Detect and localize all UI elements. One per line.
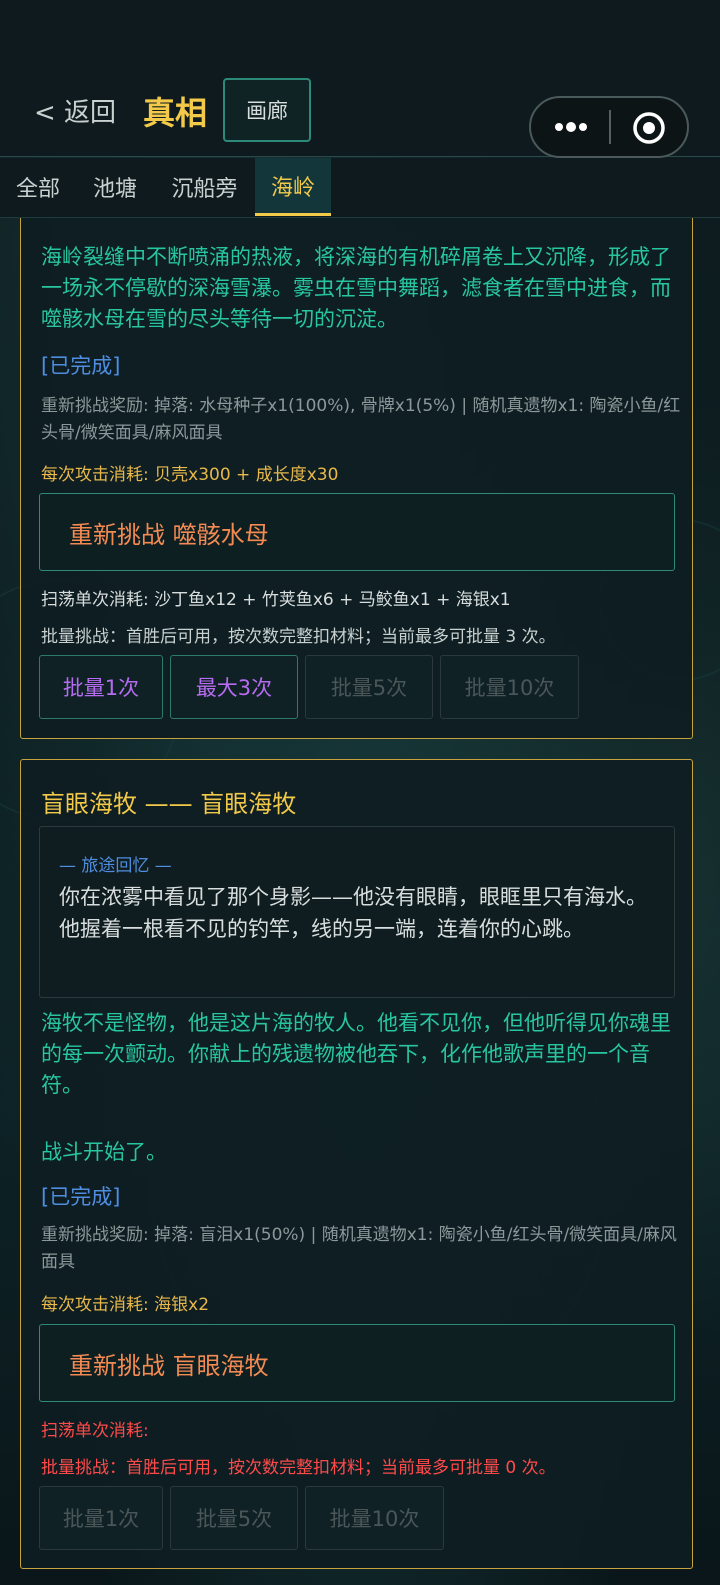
travel-memory-box: — 旅途回忆 — 你在浓雾中看见了那个身影——他没有眼睛，眼眶里只有海水。他握着… [39, 826, 675, 998]
batch-1-button[interactable]: 批量1次 [39, 655, 163, 719]
close-target-icon[interactable] [632, 111, 666, 145]
sweep-cost: 扫荡单次消耗: 沙丁鱼x12 + 竹荚鱼x6 + 马鲛鱼x1 + 海银x1 [41, 590, 511, 610]
batch-1-button[interactable]: 批量1次 [39, 1486, 163, 1550]
card-description: 海岭裂缝中不断喷涌的热液，将深海的有机碎屑卷上又沉降，形成了一场永不停歇的深海雪… [41, 245, 671, 331]
batch-5-button[interactable]: 批量5次 [170, 1486, 298, 1550]
rechallenge-button[interactable]: 重新挑战 盲眼海牧 [39, 1324, 675, 1402]
capsule-divider [609, 110, 611, 144]
tab-shipwreck[interactable]: 沉船旁 [154, 158, 255, 216]
batch-max-button[interactable]: 最大3次 [170, 655, 298, 719]
tab-all[interactable]: 全部 [0, 158, 76, 216]
miniprogram-capsule [529, 96, 689, 158]
top-bar: < 返回 真相 画廊 [0, 0, 720, 158]
sweep-cost: 扫荡单次消耗: [41, 1421, 149, 1441]
batch-10-button[interactable]: 批量10次 [440, 655, 579, 719]
batch-note: 批量挑战：首胜后可用，按次数完整扣材料；当前最多可批量 3 次。 [41, 627, 556, 647]
page-title: 真相 [143, 94, 208, 132]
batch-10-button[interactable]: 批量10次 [305, 1486, 444, 1550]
retry-reward: 重新挑战奖励: 掉落: 盲泪x1(50%) | 随机真遗物x1: 陶瓷小鱼/红头… [41, 1225, 677, 1272]
gallery-button[interactable]: 画廊 [223, 78, 311, 142]
card-description: 海牧不是怪物，他是这片海的牧人。他看不见你，但他听得见你魂里的每一次颤动。你献上… [41, 1011, 671, 1097]
memory-label: — 旅途回忆 — [59, 856, 172, 876]
boss-card-blind-shepherd: 盲眼海牧 —— 盲眼海牧 — 旅途回忆 — 你在浓雾中看见了那个身影——他没有眼… [20, 759, 693, 1569]
card-title: 盲眼海牧 —— 盲眼海牧 [41, 790, 297, 818]
status-completed: [已完成] [41, 1185, 121, 1209]
batch-note: 批量挑战：首胜后可用，按次数完整扣材料；当前最多可批量 0 次。 [41, 1458, 556, 1478]
battle-start-text: 战斗开始了。 [41, 1140, 167, 1164]
tab-sea-ridge[interactable]: 海岭 [255, 158, 331, 216]
retry-reward: 重新挑战奖励: 掉落: 水母种子x1(100%), 骨牌x1(5%) | 随机真… [41, 396, 681, 443]
rechallenge-button[interactable]: 重新挑战 噬骸水母 [39, 493, 675, 571]
more-icon[interactable] [553, 115, 589, 139]
batch-5-button[interactable]: 批量5次 [305, 655, 433, 719]
attack-cost: 每次攻击消耗: 贝壳x300 + 成长度x30 [41, 465, 339, 485]
tab-bar: 全部 池塘 沉船旁 海岭 [0, 158, 720, 218]
status-completed: [已完成] [41, 354, 121, 378]
attack-cost: 每次攻击消耗: 海银x2 [41, 1295, 210, 1315]
tab-pond[interactable]: 池塘 [76, 158, 154, 216]
boss-card-jellyfish: 海岭裂缝中不断喷涌的热液，将深海的有机碎屑卷上又沉降，形成了一场永不停歇的深海雪… [20, 200, 693, 739]
memory-text: 你在浓雾中看见了那个身影——他没有眼睛，眼眶里只有海水。他握着一根看不见的钓竿，… [59, 885, 647, 941]
back-button[interactable]: < 返回 [34, 92, 116, 129]
